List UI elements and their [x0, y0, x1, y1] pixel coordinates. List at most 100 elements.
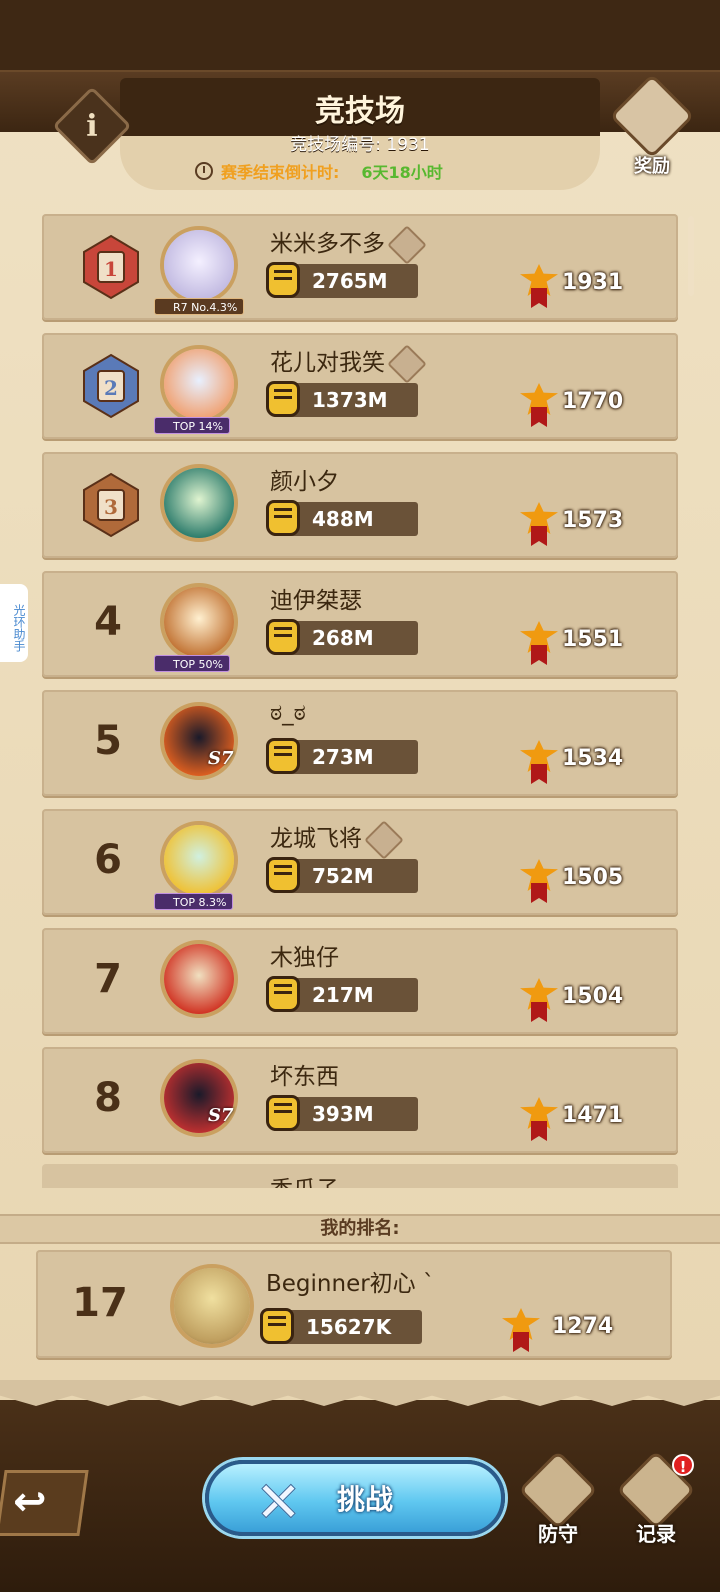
- player-name: 坏东西: [270, 1064, 339, 1090]
- trophy-icon: [520, 978, 558, 1022]
- player-name-wrap: 木独仔: [270, 938, 339, 972]
- challenge-label: 挑战: [336, 1483, 393, 1516]
- my-rank-row[interactable]: 17 Beginner初心 ` 15627K 1274: [36, 1250, 672, 1358]
- power-value: 217M: [312, 983, 374, 1007]
- trophy-icon: [520, 1097, 558, 1141]
- ranking-row[interactable]: 2 TOP 14% 花儿对我笑 1373M 1770: [42, 333, 678, 439]
- power-bar: 268M: [266, 619, 418, 655]
- rank-medal-number: 2: [104, 376, 118, 400]
- power-value: 488M: [312, 507, 374, 531]
- trophy-icon: [520, 502, 558, 546]
- arena-score: 1770: [562, 389, 624, 414]
- ranking-row[interactable]: 1 R7 No.4.3% 米米多不多 2765M 1931: [42, 214, 678, 320]
- fist-power-icon: [266, 857, 300, 893]
- fist-power-icon: [260, 1308, 294, 1344]
- power-value: 393M: [312, 1102, 374, 1126]
- ranking-row[interactable]: 3 颜小夕 488M 1573: [42, 452, 678, 558]
- avatar[interactable]: [160, 583, 238, 661]
- defense-button[interactable]: 防守: [516, 1450, 600, 1552]
- power-value: 15627K: [306, 1315, 392, 1339]
- rank-badge: R7 No.4.3%: [154, 298, 245, 315]
- arena-score: 1471: [562, 1103, 624, 1128]
- ranking-row[interactable]: 5 S7 ಠ_ಠ 273M 1534: [42, 690, 678, 796]
- trophy-icon: [520, 621, 558, 665]
- rank-medal-number: 1: [104, 257, 118, 281]
- power-bar: 752M: [266, 857, 418, 893]
- fist-power-icon: [266, 976, 300, 1012]
- arena-score: 1573: [562, 508, 624, 533]
- guild-emblem-icon: [387, 343, 427, 384]
- player-name-wrap: 花儿对我笑: [270, 343, 427, 384]
- rank-number: 6: [94, 837, 122, 883]
- rank-medal-icon: 2: [76, 353, 146, 419]
- player-name: 香瓜子: [270, 1170, 339, 1188]
- player-name: 颜小夕: [270, 469, 339, 495]
- challenge-button[interactable]: 挑战: [205, 1460, 505, 1536]
- rank-number: 4: [94, 599, 122, 645]
- defense-label: 防守: [538, 1522, 578, 1546]
- alert-badge: !: [672, 1454, 694, 1476]
- fist-power-icon: [266, 738, 300, 774]
- rank-badge: TOP 8.3%: [154, 893, 234, 910]
- power-bar: 1373M: [266, 381, 418, 417]
- power-value: 2765M: [312, 269, 388, 293]
- avatar[interactable]: [160, 345, 238, 423]
- my-rank-heading: 我的排名:: [0, 1214, 720, 1244]
- fist-power-icon: [266, 1095, 300, 1131]
- fist-power-icon: [266, 262, 300, 298]
- countdown-value: 6天18小时: [361, 163, 443, 182]
- arena-score: 1504: [562, 984, 624, 1009]
- trophy-icon: [520, 383, 558, 427]
- fist-power-icon: [266, 619, 300, 655]
- player-name: 木独仔: [270, 945, 339, 971]
- player-name: 龙城飞将: [270, 826, 362, 852]
- player-name: ಠ_ಠ: [270, 700, 306, 726]
- ranking-row[interactable]: 6 TOP 8.3% 龙城飞将 752M 1505: [42, 809, 678, 915]
- reward-button[interactable]: 奖励: [609, 73, 695, 182]
- fist-power-icon: [266, 381, 300, 417]
- player-name-wrap: ಠ_ಠ: [270, 700, 306, 726]
- assistant-side-tab[interactable]: 光环助手: [0, 584, 28, 662]
- record-button[interactable]: 记录 !: [614, 1450, 698, 1552]
- record-label: 记录: [636, 1522, 676, 1546]
- rank-medal-icon: 1: [76, 234, 146, 300]
- arena-score: 1274: [552, 1314, 614, 1339]
- clock-icon: [195, 162, 213, 180]
- power-value: 752M: [312, 864, 374, 888]
- season-tag: S7: [208, 1105, 234, 1126]
- ranking-row[interactable]: 4 TOP 50% 迪伊桀瑟 268M 1551: [42, 571, 678, 677]
- rank-badge: TOP 14%: [154, 417, 230, 434]
- ranking-row-partial[interactable]: 香瓜子: [42, 1164, 678, 1188]
- back-button[interactable]: ↩: [0, 1470, 89, 1536]
- guild-emblem-icon: [364, 819, 404, 860]
- ranking-row[interactable]: 7 木独仔 217M 1504: [42, 928, 678, 1034]
- avatar[interactable]: [160, 821, 238, 899]
- ranking-row[interactable]: 8 S7 坏东西 393M 1471: [42, 1047, 678, 1153]
- avatar[interactable]: [160, 226, 238, 304]
- trophy-icon: [520, 264, 558, 308]
- avatar[interactable]: [170, 1264, 254, 1348]
- scrollbar[interactable]: [688, 216, 694, 296]
- player-name: Beginner初心 `: [266, 1271, 435, 1297]
- avatar[interactable]: [160, 940, 238, 1018]
- avatar[interactable]: [160, 464, 238, 542]
- player-name-wrap: 龙城飞将: [270, 819, 404, 860]
- power-bar: 393M: [266, 1095, 418, 1131]
- player-name: 迪伊桀瑟: [270, 588, 362, 614]
- rank-number: 7: [94, 956, 122, 1002]
- power-value: 268M: [312, 626, 374, 650]
- rank-medal-icon: 3: [76, 472, 146, 538]
- player-name: 米米多不多: [270, 231, 385, 257]
- trophy-icon: [520, 859, 558, 903]
- trophy-icon: [502, 1308, 540, 1352]
- arena-score: 1534: [562, 746, 624, 771]
- season-tag: S7: [208, 748, 234, 769]
- player-name: 花儿对我笑: [270, 350, 385, 376]
- info-icon: i: [86, 108, 98, 144]
- reward-chest-icon: [609, 73, 695, 159]
- power-bar: 2765M: [266, 262, 418, 298]
- fist-power-icon: [266, 500, 300, 536]
- rank-number: 8: [94, 1075, 122, 1121]
- power-bar: 15627K: [260, 1308, 422, 1344]
- player-name-wrap: 迪伊桀瑟: [270, 581, 362, 615]
